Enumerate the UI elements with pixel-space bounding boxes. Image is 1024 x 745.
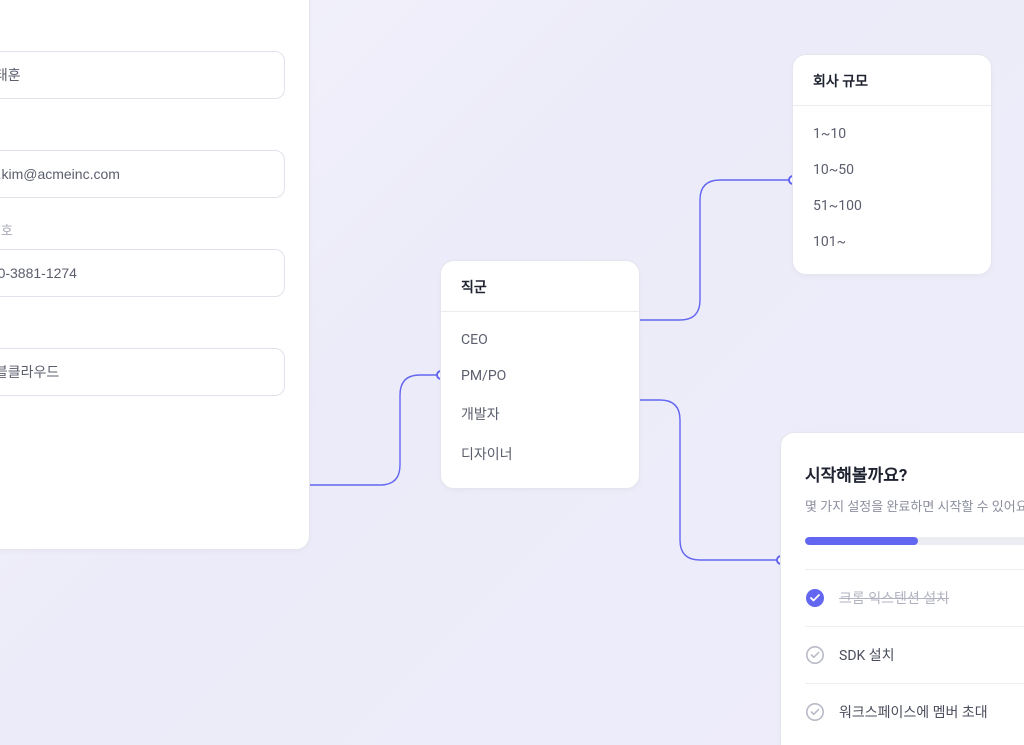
name-label: 이름: [0, 22, 285, 41]
email-input[interactable]: [0, 150, 285, 198]
job-role-option[interactable]: CEO: [441, 322, 639, 358]
company-size-option[interactable]: 10~50: [793, 152, 991, 188]
onboarding-title: 시작해볼까요?: [805, 461, 1024, 486]
phone-label: 전화번호: [0, 220, 285, 239]
job-role-card: 직군 CEO PM/PO 개발자 디자이너: [440, 260, 640, 489]
company-size-option[interactable]: 51~100: [793, 188, 991, 224]
onboarding-progress: [805, 537, 1024, 545]
check-circle-icon: [805, 702, 825, 722]
onboarding-task-label: 워크스페이스에 멤버 초대: [839, 702, 988, 722]
profile-form-card: 이름 이메일 전화번호 회사: [0, 0, 310, 550]
company-size-card: 회사 규모 1~10 10~50 51~100 101~: [792, 54, 992, 275]
job-role-option[interactable]: 디자이너: [441, 434, 639, 474]
onboarding-task[interactable]: 워크스페이스에 멤버 초대: [805, 683, 1024, 740]
onboarding-progress-bar: [805, 537, 918, 545]
company-size-title: 회사 규모: [793, 55, 991, 106]
job-role-title: 직군: [441, 261, 639, 312]
job-role-option[interactable]: 개발자: [441, 394, 639, 434]
onboarding-task-label: 크롬 익스텐션 설치: [839, 588, 949, 608]
company-size-option[interactable]: 101~: [793, 224, 991, 260]
onboarding-task-label: SDK 설치: [839, 645, 895, 665]
onboarding-subtitle: 몇 가지 설정을 완료하면 시작할 수 있어요: [805, 496, 1024, 515]
company-size-option[interactable]: 1~10: [793, 116, 991, 152]
job-role-option[interactable]: PM/PO: [441, 358, 639, 394]
check-circle-icon: [805, 645, 825, 665]
check-circle-filled-icon: [805, 588, 825, 608]
onboarding-card: 시작해볼까요? 몇 가지 설정을 완료하면 시작할 수 있어요 크롬 익스텐션 …: [780, 432, 1024, 745]
onboarding-task[interactable]: SDK 설치: [805, 626, 1024, 683]
onboarding-task[interactable]: 크롬 익스텐션 설치: [805, 569, 1024, 626]
email-label: 이메일: [0, 121, 285, 140]
phone-input[interactable]: [0, 249, 285, 297]
company-label: 회사: [0, 319, 285, 338]
name-input[interactable]: [0, 51, 285, 99]
company-input[interactable]: [0, 348, 285, 396]
